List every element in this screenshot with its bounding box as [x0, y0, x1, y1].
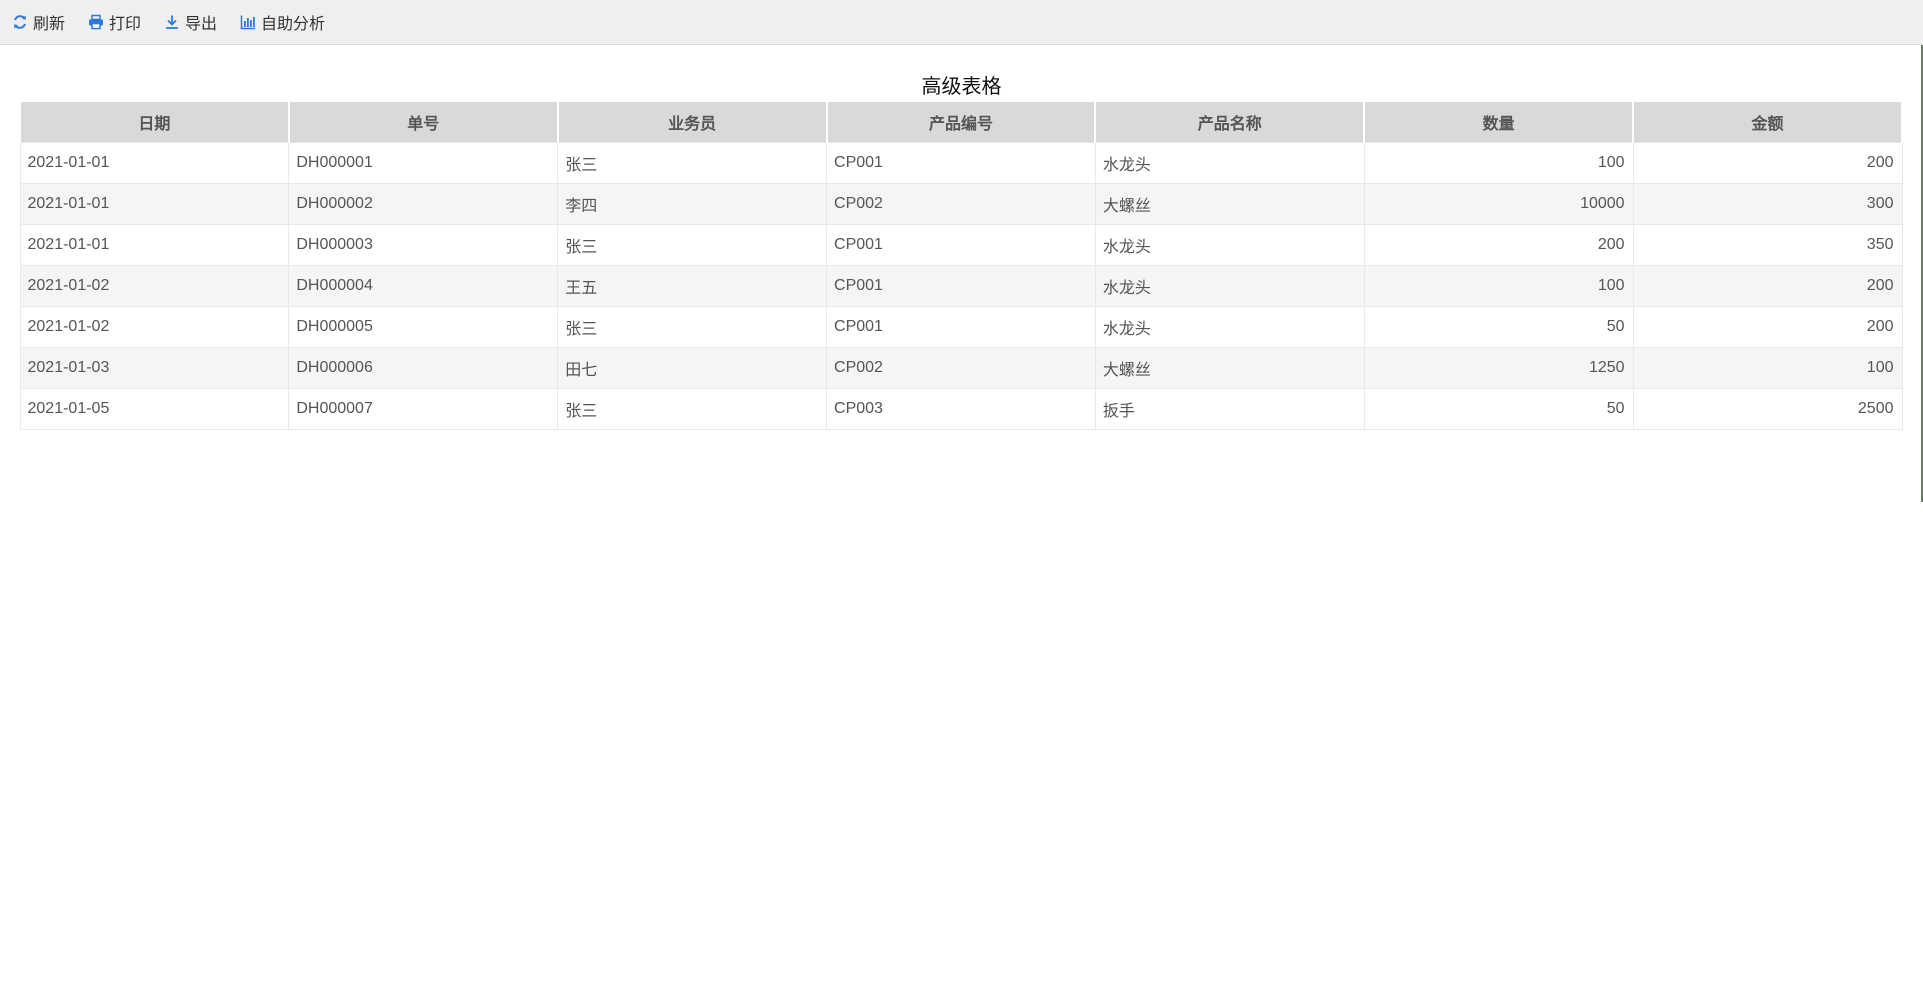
cell-order-no: DH000007 [288, 388, 559, 430]
cell-salesperson: 张三 [557, 306, 828, 348]
toolbar: 刷新 打印 导出 自助分析 [0, 0, 1923, 45]
refresh-icon [12, 14, 28, 30]
data-table: 日期 单号 业务员 产品编号 产品名称 数量 金额 2021-01-01 DH0… [19, 102, 1903, 430]
cell-quantity: 1250 [1363, 347, 1634, 389]
cell-product-name: 水龙头 [1094, 224, 1365, 266]
cell-product-code: CP001 [826, 306, 1096, 348]
table-row: 2021-01-01 DH000001 张三 CP001 水龙头 100 200 [19, 142, 1903, 184]
cell-product-code: CP002 [826, 183, 1096, 225]
cell-product-name: 水龙头 [1094, 306, 1365, 348]
cell-date: 2021-01-02 [19, 265, 290, 307]
cell-amount: 100 [1632, 347, 1903, 389]
cell-salesperson: 张三 [557, 224, 828, 266]
cell-product-name: 水龙头 [1094, 265, 1365, 307]
cell-quantity: 50 [1363, 306, 1634, 348]
cell-product-name: 大螺丝 [1094, 183, 1365, 225]
print-icon [88, 14, 104, 30]
cell-date: 2021-01-03 [19, 347, 290, 389]
table-header-row: 日期 单号 业务员 产品编号 产品名称 数量 金额 [19, 102, 1903, 143]
print-button[interactable]: 打印 [88, 0, 141, 45]
cell-amount: 200 [1632, 306, 1903, 348]
cell-product-code: CP001 [826, 265, 1096, 307]
refresh-button[interactable]: 刷新 [12, 0, 65, 45]
cell-order-no: DH000003 [288, 224, 559, 266]
cell-amount: 2500 [1632, 388, 1903, 430]
cell-product-code: CP001 [826, 142, 1096, 184]
cell-salesperson: 张三 [557, 142, 828, 184]
table-row: 2021-01-03 DH000006 田七 CP002 大螺丝 1250 10… [19, 347, 1903, 389]
print-label: 打印 [109, 16, 142, 33]
self-analysis-button[interactable]: 自助分析 [240, 0, 325, 45]
table-row: 2021-01-01 DH000002 李四 CP002 大螺丝 10000 3… [19, 183, 1903, 225]
table-row: 2021-01-05 DH000007 张三 CP003 扳手 50 2500 [19, 388, 1903, 430]
cell-product-name: 大螺丝 [1094, 347, 1365, 389]
cell-product-name: 水龙头 [1094, 142, 1365, 184]
cell-amount: 200 [1632, 265, 1903, 307]
export-button[interactable]: 导出 [164, 0, 217, 45]
refresh-label: 刷新 [33, 16, 66, 33]
column-header-date[interactable]: 日期 [19, 102, 290, 143]
column-header-product-name[interactable]: 产品名称 [1094, 102, 1366, 143]
column-header-salesperson[interactable]: 业务员 [556, 102, 828, 143]
cell-product-code: CP002 [826, 347, 1096, 389]
cell-salesperson: 李四 [557, 183, 828, 225]
cell-quantity: 50 [1363, 388, 1634, 430]
cell-order-no: DH000006 [288, 347, 559, 389]
column-header-amount[interactable]: 金额 [1632, 102, 1903, 143]
cell-salesperson: 张三 [557, 388, 828, 430]
bar-chart-icon [240, 14, 256, 30]
download-icon [164, 14, 180, 30]
cell-quantity: 200 [1363, 224, 1634, 266]
cell-product-name: 扳手 [1094, 388, 1365, 430]
cell-order-no: DH000001 [288, 142, 559, 184]
self-analysis-label: 自助分析 [261, 16, 326, 33]
cell-order-no: DH000002 [288, 183, 559, 225]
cell-salesperson: 田七 [557, 347, 828, 389]
cell-date: 2021-01-01 [19, 183, 290, 225]
cell-date: 2021-01-01 [19, 224, 290, 266]
export-label: 导出 [185, 16, 218, 33]
cell-quantity: 10000 [1363, 183, 1634, 225]
cell-date: 2021-01-01 [19, 142, 290, 184]
table-row: 2021-01-01 DH000003 张三 CP001 水龙头 200 350 [19, 224, 1903, 266]
cell-salesperson: 王五 [557, 265, 828, 307]
cell-product-code: CP001 [826, 224, 1096, 266]
report-title: 高级表格 [921, 76, 1002, 98]
cell-product-code: CP003 [826, 388, 1096, 430]
cell-date: 2021-01-05 [19, 388, 290, 430]
cell-order-no: DH000004 [288, 265, 559, 307]
table-row: 2021-01-02 DH000005 张三 CP001 水龙头 50 200 [19, 306, 1903, 348]
table-row: 2021-01-02 DH000004 王五 CP001 水龙头 100 200 [19, 265, 1903, 307]
cell-date: 2021-01-02 [19, 306, 290, 348]
column-header-quantity[interactable]: 数量 [1363, 102, 1635, 143]
column-header-order-no[interactable]: 单号 [287, 102, 559, 143]
cell-quantity: 100 [1363, 142, 1634, 184]
cell-quantity: 100 [1363, 265, 1634, 307]
column-header-product-code[interactable]: 产品编号 [825, 102, 1097, 143]
cell-amount: 200 [1632, 142, 1903, 184]
cell-order-no: DH000005 [288, 306, 559, 348]
cell-amount: 350 [1632, 224, 1903, 266]
cell-amount: 300 [1632, 183, 1903, 225]
